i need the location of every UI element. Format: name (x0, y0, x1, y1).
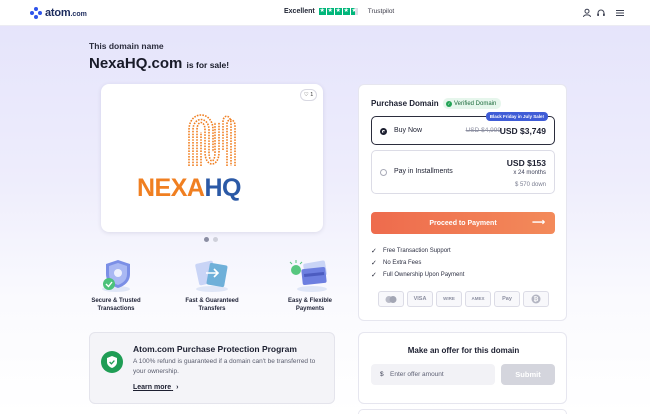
carousel-dot[interactable] (213, 237, 218, 242)
user-icon[interactable] (582, 8, 592, 18)
installments-label: Pay in Installments (394, 168, 453, 175)
atom-logo-icon (30, 7, 42, 19)
proceed-to-payment-button[interactable]: Proceed to Payment ⟶ (371, 212, 555, 234)
benefits-list: ✓ Free Transaction Support ✓ No Extra Fees… (371, 245, 464, 281)
down-payment: $ 570 down (514, 182, 546, 188)
amex-icon: AMEX (465, 291, 491, 307)
logo-wordmark: atom (45, 7, 71, 19)
installments-radio[interactable] (380, 169, 387, 176)
feature-label: Easy & Flexible Payments (287, 298, 333, 312)
brand-left: NEXA (137, 174, 205, 202)
mastercard-icon (378, 291, 404, 307)
feature-secure: Secure & Trusted Transactions (80, 256, 152, 313)
protection-title: Atom.com Purchase Protection Program (133, 344, 297, 354)
atom-logo[interactable]: atom .com (30, 7, 87, 19)
apple-pay-icon: Pay (494, 291, 520, 307)
brand-right: HQ (204, 174, 241, 202)
proceed-label: Proceed to Payment (429, 219, 497, 227)
check-icon: ✓ (371, 260, 377, 267)
feature-label: Fast & Guaranteed Transfers (185, 298, 239, 312)
credit-card-icon (289, 260, 327, 292)
purchase-panel: Purchase Domain ✓ Verified Domain Black … (358, 84, 567, 321)
verified-badge: ✓ Verified Domain (443, 98, 502, 109)
transfer-icon (195, 260, 228, 292)
offer-amount-input[interactable] (371, 364, 495, 385)
logo-tld: .com (70, 10, 87, 18)
menu-icon[interactable] (615, 8, 625, 18)
offer-title: Make an offer for this domain (407, 346, 520, 355)
learn-more-link[interactable]: Learn more › (133, 384, 178, 391)
favorite-button[interactable]: ♡ 1 (300, 89, 317, 101)
visa-icon: VISA (407, 291, 433, 307)
domain-name: NexaHQ.com (89, 55, 183, 72)
trust-rating-label: Excellent (284, 8, 315, 15)
offer-card: Make an offer for this domain $ Submit (358, 332, 567, 404)
benefit-item: ✓ Full Ownership Upon Payment (371, 272, 465, 279)
chevron-right-icon: › (176, 384, 179, 391)
installment-terms: x 24 months (513, 170, 546, 176)
favorite-count: 1 (310, 92, 314, 98)
original-price: USD $4,999 (465, 127, 501, 134)
installments-option[interactable]: Pay in Installments USD $153 x 24 months… (371, 150, 555, 194)
title-eyebrow: This domain name (89, 41, 164, 51)
payment-methods: VISA WIRE AMEX Pay ₿ (378, 291, 549, 307)
benefit-item: ✓ No Extra Fees (371, 260, 422, 267)
page-title: NexaHQ.com is for sale! (89, 55, 229, 72)
star-icon: ★ (342, 8, 350, 15)
installment-price: USD $153 (506, 158, 546, 168)
purchase-protection-card: Atom.com Purchase Protection Program A 1… (89, 332, 335, 404)
buy-now-option[interactable]: Black Friday in July Sale! Buy Now USD $… (371, 112, 555, 145)
trustpilot-rating[interactable]: Excellent ★ ★ ★ ★ ★ Trustpilot (284, 8, 394, 15)
star-icon: ★ (334, 8, 342, 15)
benefit-item: ✓ Free Transaction Support (371, 248, 451, 255)
feature-transfers: Fast & Guaranteed Transfers (176, 256, 248, 313)
wire-transfer-icon: WIRE (436, 291, 462, 307)
trust-stars: ★ ★ ★ ★ ★ (318, 8, 358, 15)
domain-logo-card: ♡ 1 NEXAHQ (101, 84, 323, 232)
feature-label: Secure & Trusted Transactions (91, 298, 141, 312)
top-bar: atom .com Excellent ★ ★ ★ ★ ★ Trustpilot (0, 0, 650, 26)
check-circle-icon: ✓ (446, 100, 452, 107)
currency-symbol: $ (380, 371, 384, 378)
headset-icon[interactable] (596, 8, 606, 18)
buy-now-radio[interactable] (380, 128, 387, 135)
star-icon: ★ (326, 8, 334, 15)
nexa-monogram-icon (188, 114, 236, 166)
verified-label: Verified Domain (454, 100, 497, 107)
arrow-right-icon: ⟶ (532, 217, 545, 227)
bitcoin-icon: ₿ (523, 291, 549, 307)
trustpilot-label: Trustpilot (367, 8, 395, 15)
carousel-dots (204, 237, 218, 242)
buy-now-label: Buy Now (394, 127, 423, 134)
title-suffix: is for sale! (186, 60, 230, 70)
next-card (358, 409, 567, 414)
submit-offer-button[interactable]: Submit (501, 364, 555, 385)
purchase-title: Purchase Domain (371, 99, 439, 108)
star-icon: ★ (318, 8, 326, 15)
feature-payments: Easy & Flexible Payments (274, 256, 346, 313)
svg-text:₿: ₿ (534, 296, 539, 303)
protection-description: A 100% refund is guaranteed if a domain … (133, 358, 316, 375)
sale-price: USD $3,749 (499, 126, 546, 136)
star-half-icon: ★ (350, 8, 358, 15)
check-icon: ✓ (371, 272, 377, 279)
logo-wordmark-text: NEXAHQ (137, 174, 241, 203)
shield-check-icon (101, 351, 123, 373)
carousel-dot-active[interactable] (204, 237, 209, 242)
sale-badge: Black Friday in July Sale! (485, 112, 548, 121)
shield-check-icon (102, 260, 130, 292)
check-icon: ✓ (371, 248, 377, 255)
